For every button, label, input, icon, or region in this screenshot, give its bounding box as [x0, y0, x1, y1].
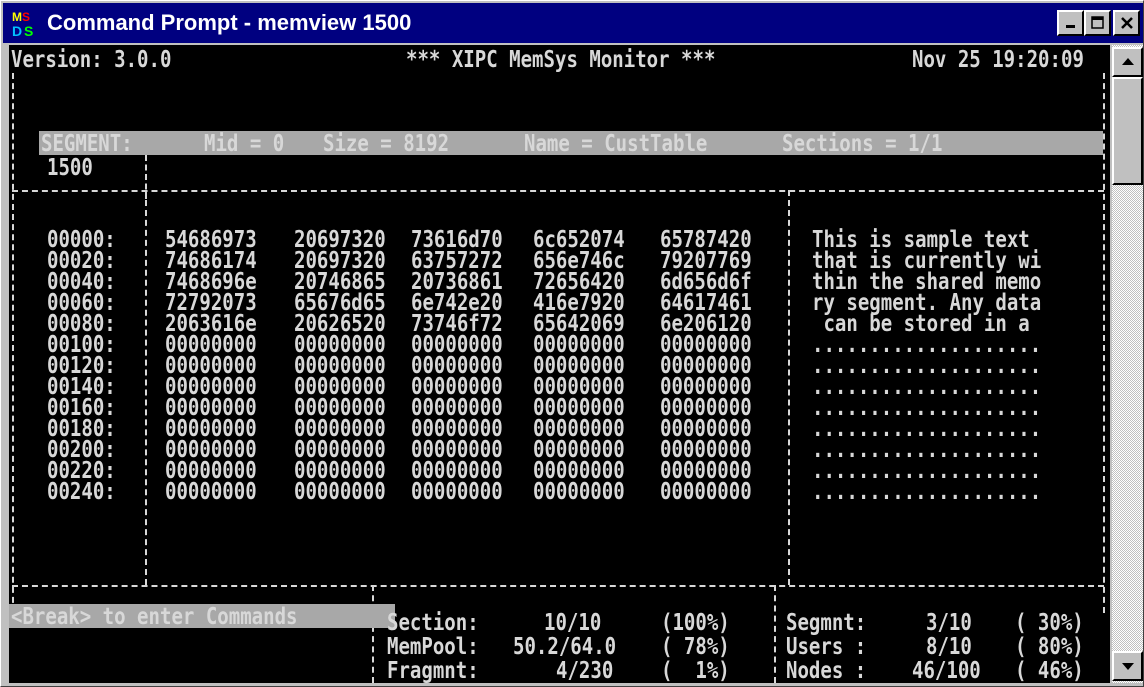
dump-word: 00000000 [660, 477, 752, 505]
stat-section-pct: (100%) [661, 608, 730, 636]
footer-divider-1 [372, 585, 374, 683]
svg-text:S: S [22, 10, 30, 24]
segment-sections: Sections = 1/1 [782, 129, 943, 157]
console-area[interactable]: Version: 3.0.0 *** XIPC MemSys Monitor *… [9, 45, 1110, 683]
arrow-up-icon [1121, 58, 1134, 65]
command-hint[interactable]: <Break> to enter Commands [11, 604, 298, 628]
stat-segmnt-pct: ( 30%) [1015, 608, 1084, 636]
footer-divider-2 [774, 585, 776, 683]
stat-fragmnt-pct: ( 1%) [661, 656, 730, 683]
close-button[interactable] [1113, 10, 1140, 36]
segment-id: 1500 [47, 153, 93, 181]
frame-right-border [1103, 73, 1105, 613]
segment-name: Name = CustTable [524, 129, 708, 157]
stat-mempool-pct: ( 78%) [661, 632, 730, 660]
stat-fragmnt-value: 4/230 [556, 656, 614, 683]
ascii-divider [788, 190, 790, 585]
stat-users-label: Users : [786, 632, 867, 660]
stat-nodes-value: 46/100 [912, 656, 981, 683]
segment-label: SEGMENT: [41, 129, 133, 157]
stat-section-label: Section: [387, 608, 479, 636]
scroll-down-button[interactable] [1112, 651, 1143, 681]
svg-text:M: M [12, 10, 22, 24]
dump-ascii: .................... [812, 477, 1042, 505]
stat-nodes-pct: ( 46%) [1015, 656, 1084, 683]
minimize-icon [1065, 25, 1075, 28]
scroll-thumb[interactable] [1112, 77, 1143, 185]
title-bar[interactable]: M S D S Command Prompt - memview 1500 [3, 3, 1143, 43]
window-title: Command Prompt - memview 1500 [47, 10, 412, 35]
stat-users-value: 8/10 [926, 632, 972, 660]
console-window: M S D S Command Prompt - memview 1500 Ve… [0, 0, 1144, 687]
dump-word: 00000000 [165, 477, 257, 505]
monitor-banner: *** XIPC MemSys Monitor *** [406, 45, 716, 73]
stat-fragmnt-label: Fragmnt: [387, 656, 479, 683]
dump-word: 00000000 [533, 477, 625, 505]
datetime-label: Nov 25 19:20:09 [912, 45, 1084, 73]
svg-text:S: S [24, 23, 33, 38]
stat-segmnt-label: Segmnt: [786, 608, 867, 636]
minimize-button[interactable] [1057, 10, 1084, 36]
version-label: Version: 3.0.0 [11, 45, 172, 73]
stat-users-pct: ( 80%) [1015, 632, 1084, 660]
close-icon [1120, 17, 1133, 29]
stat-nodes-label: Nodes : [786, 656, 867, 683]
ms-dos-icon[interactable]: M S D S [11, 8, 41, 38]
stat-segmnt-value: 3/10 [926, 608, 972, 636]
arrow-down-icon [1121, 663, 1134, 670]
stat-mempool-label: MemPool: [387, 632, 479, 660]
dump-offset: 00240: [47, 477, 116, 505]
maximize-icon [1090, 16, 1104, 29]
segment-size: Size = 8192 [323, 129, 450, 157]
scroll-up-button[interactable] [1112, 47, 1143, 77]
stat-mempool-value: 50.2/64.0 [513, 632, 617, 660]
dump-word: 00000000 [294, 477, 386, 505]
svg-text:D: D [12, 23, 22, 38]
dump-top-divider [12, 190, 1104, 192]
vertical-scrollbar[interactable] [1112, 45, 1143, 683]
stat-section-value: 10/10 [544, 608, 602, 636]
dump-word: 00000000 [411, 477, 503, 505]
offset-divider [145, 190, 147, 585]
footer-divider [12, 585, 1104, 587]
frame-left-border [12, 73, 14, 613]
maximize-button[interactable] [1084, 10, 1111, 36]
segment-mid: Mid = 0 [204, 129, 285, 157]
